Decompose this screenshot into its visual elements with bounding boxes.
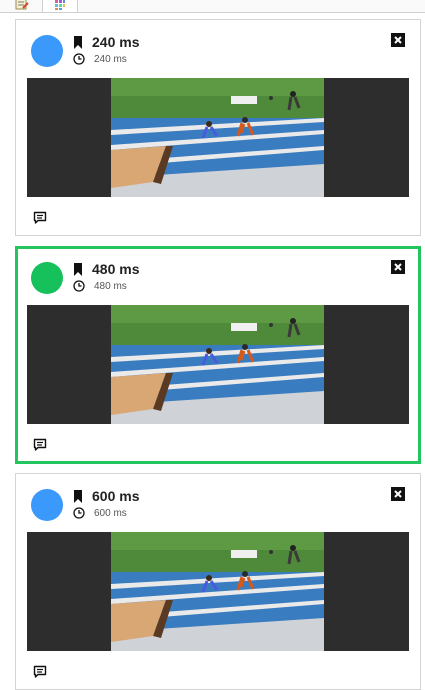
- card-title-row: 600 ms: [73, 487, 139, 505]
- comment-icon: [33, 665, 47, 678]
- comment-button[interactable]: [33, 211, 47, 225]
- card-title: 600 ms: [92, 488, 140, 504]
- video-frame[interactable]: [27, 78, 409, 197]
- comment-icon: [33, 438, 47, 451]
- close-icon: [394, 490, 402, 498]
- video-frame[interactable]: [27, 532, 409, 651]
- clock-icon: [73, 53, 85, 65]
- comment-button[interactable]: [33, 438, 47, 452]
- avatar: [31, 35, 63, 67]
- clock-icon: [73, 507, 85, 519]
- close-button[interactable]: [391, 487, 405, 501]
- notes-icon: [15, 0, 29, 10]
- close-icon: [394, 263, 402, 271]
- frame-card[interactable]: 480 ms 480 ms: [15, 246, 421, 464]
- avatar: [31, 262, 63, 294]
- frame-card[interactable]: 600 ms 600 ms: [15, 473, 421, 690]
- card-title-row: 480 ms: [73, 260, 139, 278]
- card-title: 480 ms: [92, 261, 140, 277]
- card-subtitle: 600 ms: [94, 507, 127, 519]
- card-subtitle: 240 ms: [94, 53, 127, 65]
- view-tabs: [0, 0, 425, 13]
- card-time-row: 600 ms: [73, 506, 127, 520]
- avatar: [31, 489, 63, 521]
- video-thumbnail: [111, 305, 324, 424]
- card-title-row: 240 ms: [73, 33, 139, 51]
- clock-icon: [73, 280, 85, 292]
- video-thumbnail: [111, 78, 324, 197]
- close-icon: [394, 36, 402, 44]
- grid-icon: [55, 0, 65, 10]
- bookmark-icon[interactable]: [73, 489, 83, 503]
- bookmark-icon[interactable]: [73, 35, 83, 49]
- video-frame[interactable]: [27, 305, 409, 424]
- close-button[interactable]: [391, 33, 405, 47]
- comment-button[interactable]: [33, 665, 47, 679]
- card-title: 240 ms: [92, 34, 140, 50]
- comment-icon: [33, 211, 47, 224]
- bookmark-icon[interactable]: [73, 262, 83, 276]
- tab-notes[interactable]: [8, 0, 36, 12]
- frame-card[interactable]: 240 ms 240 ms: [15, 19, 421, 236]
- close-button[interactable]: [391, 260, 405, 274]
- card-time-row: 480 ms: [73, 279, 127, 293]
- card-time-row: 240 ms: [73, 52, 127, 66]
- card-subtitle: 480 ms: [94, 280, 127, 292]
- video-thumbnail: [111, 532, 324, 651]
- tab-grid[interactable]: [42, 0, 78, 12]
